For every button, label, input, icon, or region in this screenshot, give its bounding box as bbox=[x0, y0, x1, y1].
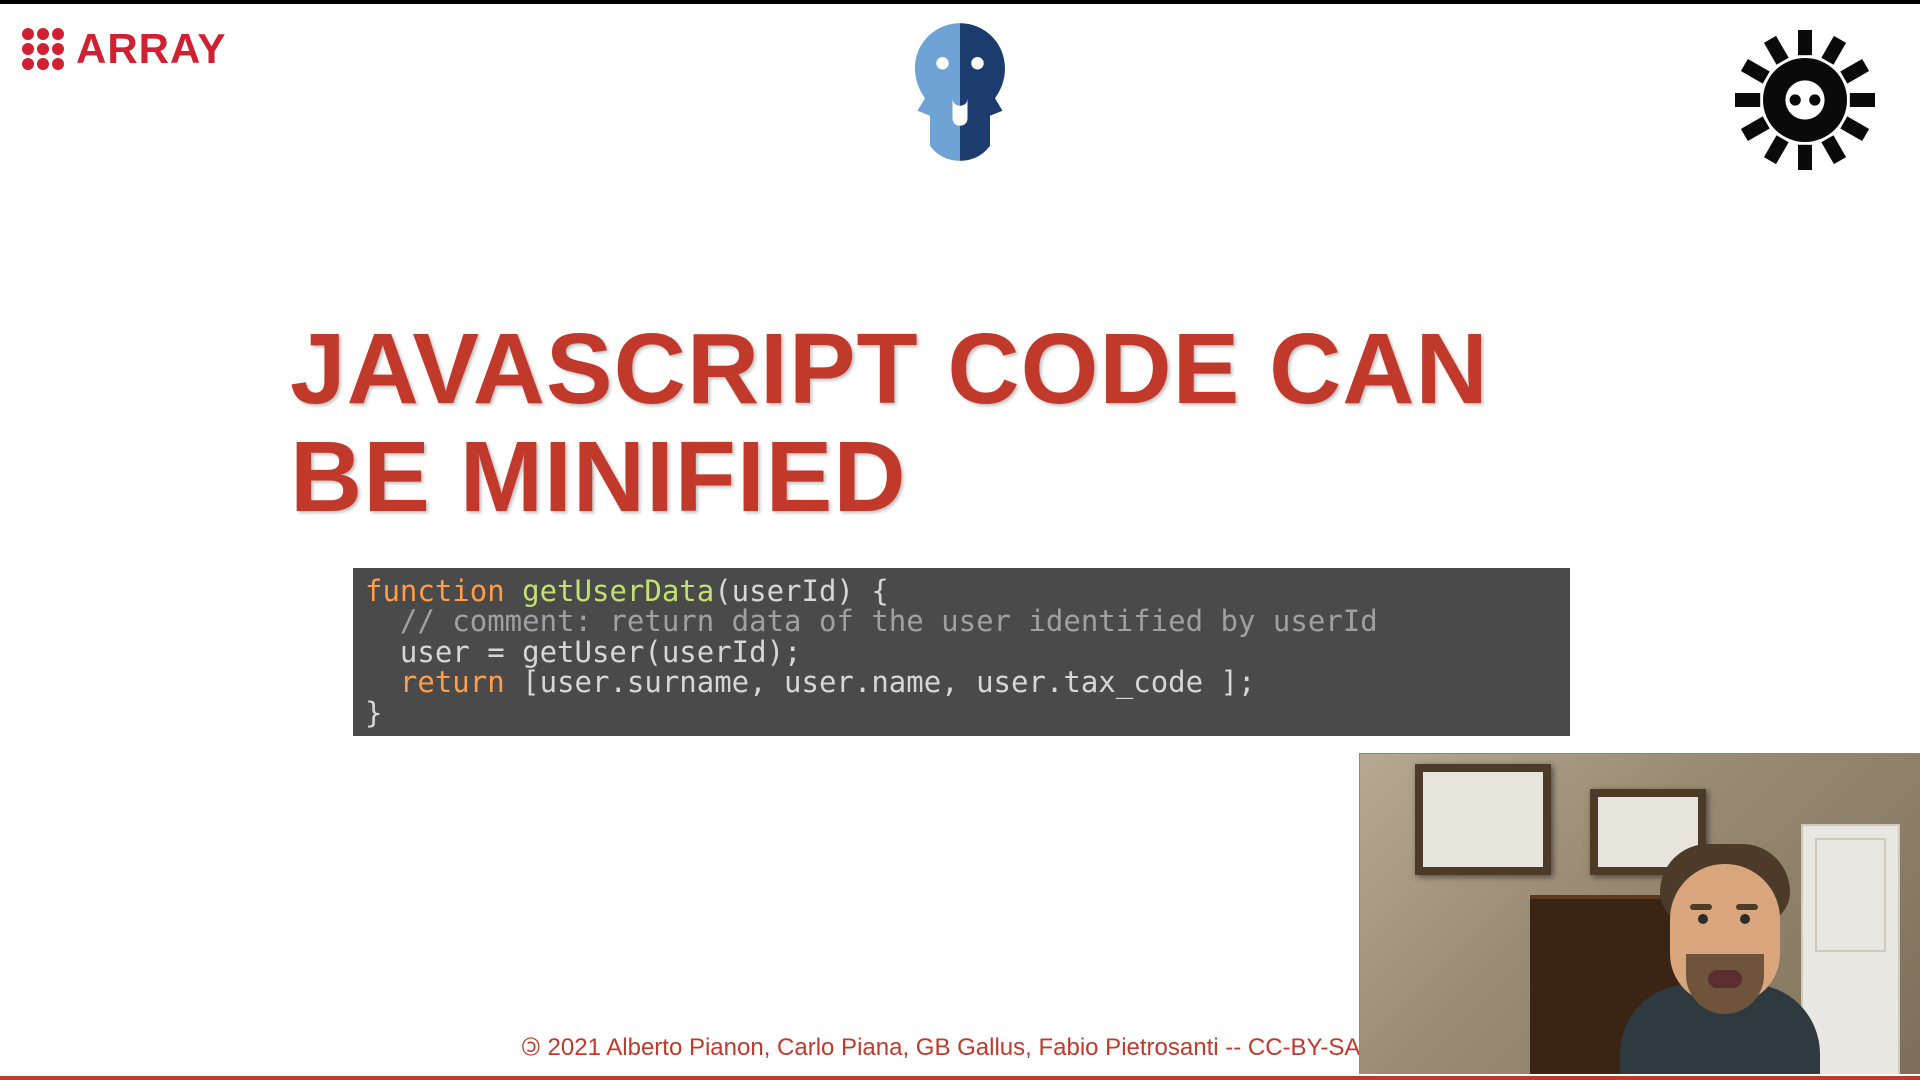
code-line-4: return [user.surname, user.name, user.ta… bbox=[365, 667, 1558, 697]
slide-title: JAVASCRIPT CODE CAN BE MINIFIED bbox=[290, 315, 1560, 531]
keyword-function: function bbox=[365, 574, 505, 608]
brand-text: ARRAY bbox=[76, 25, 226, 73]
brand-dots-icon bbox=[22, 28, 64, 70]
top-border bbox=[0, 0, 1920, 4]
code-line-3: user = getUser(userId); bbox=[365, 637, 1558, 667]
code-line-1: function getUserData(userId) { bbox=[365, 576, 1558, 606]
code-line-2: // comment: return data of the user iden… bbox=[365, 606, 1558, 636]
speaker-figure bbox=[1600, 794, 1840, 1074]
code-block: function getUserData(userId) { // commen… bbox=[353, 568, 1570, 736]
webcam-overlay bbox=[1359, 753, 1920, 1074]
brand-logo-left: ARRAY bbox=[22, 25, 226, 73]
keyword-return: return bbox=[400, 665, 505, 699]
bottom-border bbox=[0, 1076, 1920, 1080]
comment-text: // comment: return data of the user iden… bbox=[400, 604, 1378, 638]
function-name: getUserData bbox=[522, 574, 714, 608]
signature-rest: (userId) { bbox=[714, 574, 889, 608]
code-body-4: [user.surname, user.name, user.tax_code … bbox=[505, 665, 1256, 699]
code-line-5: } bbox=[365, 698, 1558, 728]
gear-icon bbox=[1735, 30, 1875, 175]
faces-logo-icon bbox=[898, 22, 1023, 167]
wall-frame bbox=[1415, 764, 1551, 875]
code-body-3: user = getUser(userId); bbox=[400, 635, 802, 669]
